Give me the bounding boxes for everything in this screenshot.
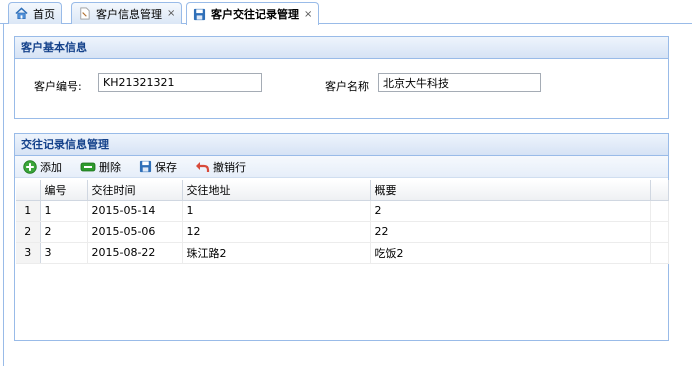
table-cell[interactable]: 12 (182, 221, 371, 243)
table-cell[interactable]: 2015-05-14 (87, 200, 183, 222)
table-cell[interactable]: 1 (40, 200, 88, 222)
table-cell[interactable]: 2015-05-06 (87, 221, 183, 243)
tab-label: 首页 (33, 7, 55, 21)
column-header-filler (650, 180, 669, 201)
tab-label: 客户信息管理 (96, 7, 162, 21)
customer-name-field[interactable] (378, 73, 541, 92)
records-table: 编号 交往时间 交往地址 概要 1 1 2015-05-14 1 2 2 2 2… (16, 180, 669, 264)
table-cell[interactable]: 2 (40, 221, 88, 243)
customer-code-field[interactable] (98, 73, 262, 92)
undo-button[interactable]: 撤销行 (195, 159, 246, 175)
customer-code-label: 客户编号: (34, 80, 82, 93)
table-cell-filler (650, 242, 669, 264)
contact-records-panel: 交往记录信息管理 添加 删除 保存 撤销行 编号 交往时间 交往地址 概要 1 … (14, 133, 669, 341)
customer-basic-info-panel: 客户基本信息 客户编号: 客户名称 (14, 36, 669, 119)
table-row[interactable]: 3 3 2015-08-22 珠江路2 吃饭2 (16, 242, 669, 264)
remove-icon (80, 162, 96, 171)
undo-label: 撤销行 (213, 160, 246, 174)
table-header-row: 编号 交往时间 交往地址 概要 (16, 180, 669, 201)
save-label: 保存 (155, 160, 177, 174)
grid-toolbar: 添加 删除 保存 撤销行 (15, 156, 668, 178)
customer-name-label: 客户名称 (325, 80, 369, 93)
table-cell[interactable]: 珠江路2 (182, 242, 371, 264)
table-cell-filler (650, 221, 669, 243)
tab-label: 客户交往记录管理 (211, 8, 299, 21)
close-icon[interactable]: × (167, 8, 175, 19)
delete-button[interactable]: 删除 (80, 159, 121, 175)
tab-customer-info[interactable]: 客户信息管理 × (71, 2, 183, 24)
tab-bar: 首页 客户信息管理 × 客户交往记录管理 × (0, 0, 692, 25)
column-header[interactable]: 编号 (40, 180, 88, 201)
row-number: 1 (16, 200, 41, 222)
save-button[interactable]: 保存 (139, 159, 177, 175)
row-number: 2 (16, 221, 41, 243)
close-icon[interactable]: × (304, 9, 312, 20)
table-row[interactable]: 2 2 2015-05-06 12 22 (16, 221, 669, 243)
table-row[interactable]: 1 1 2015-05-14 1 2 (16, 200, 669, 222)
table-cell[interactable]: 2015-08-22 (87, 242, 183, 264)
delete-label: 删除 (99, 160, 121, 174)
table-cell[interactable]: 1 (182, 200, 371, 222)
table-cell[interactable]: 吃饭2 (370, 242, 651, 264)
table-cell-filler (650, 200, 669, 222)
save-icon (193, 8, 206, 20)
home-icon (15, 7, 28, 19)
content-border (3, 24, 4, 366)
rownum-header (16, 180, 41, 201)
column-header[interactable]: 交往时间 (87, 180, 183, 201)
panel-title: 客户基本信息 (15, 37, 668, 59)
table-cell[interactable]: 3 (40, 242, 88, 264)
undo-icon (196, 162, 210, 172)
add-label: 添加 (40, 160, 62, 174)
add-button[interactable]: 添加 (23, 159, 62, 175)
table-cell[interactable]: 2 (370, 200, 651, 222)
column-header[interactable]: 概要 (370, 180, 651, 201)
tab-home[interactable]: 首页 (8, 2, 62, 24)
column-header[interactable]: 交往地址 (182, 180, 371, 201)
page-icon (80, 7, 90, 20)
add-icon (23, 159, 37, 174)
save-icon (139, 160, 152, 173)
row-number: 3 (16, 242, 41, 264)
table-cell[interactable]: 22 (370, 221, 651, 243)
tab-contact-records[interactable]: 客户交往记录管理 × (186, 2, 320, 25)
panel-title: 交往记录信息管理 (15, 134, 668, 156)
